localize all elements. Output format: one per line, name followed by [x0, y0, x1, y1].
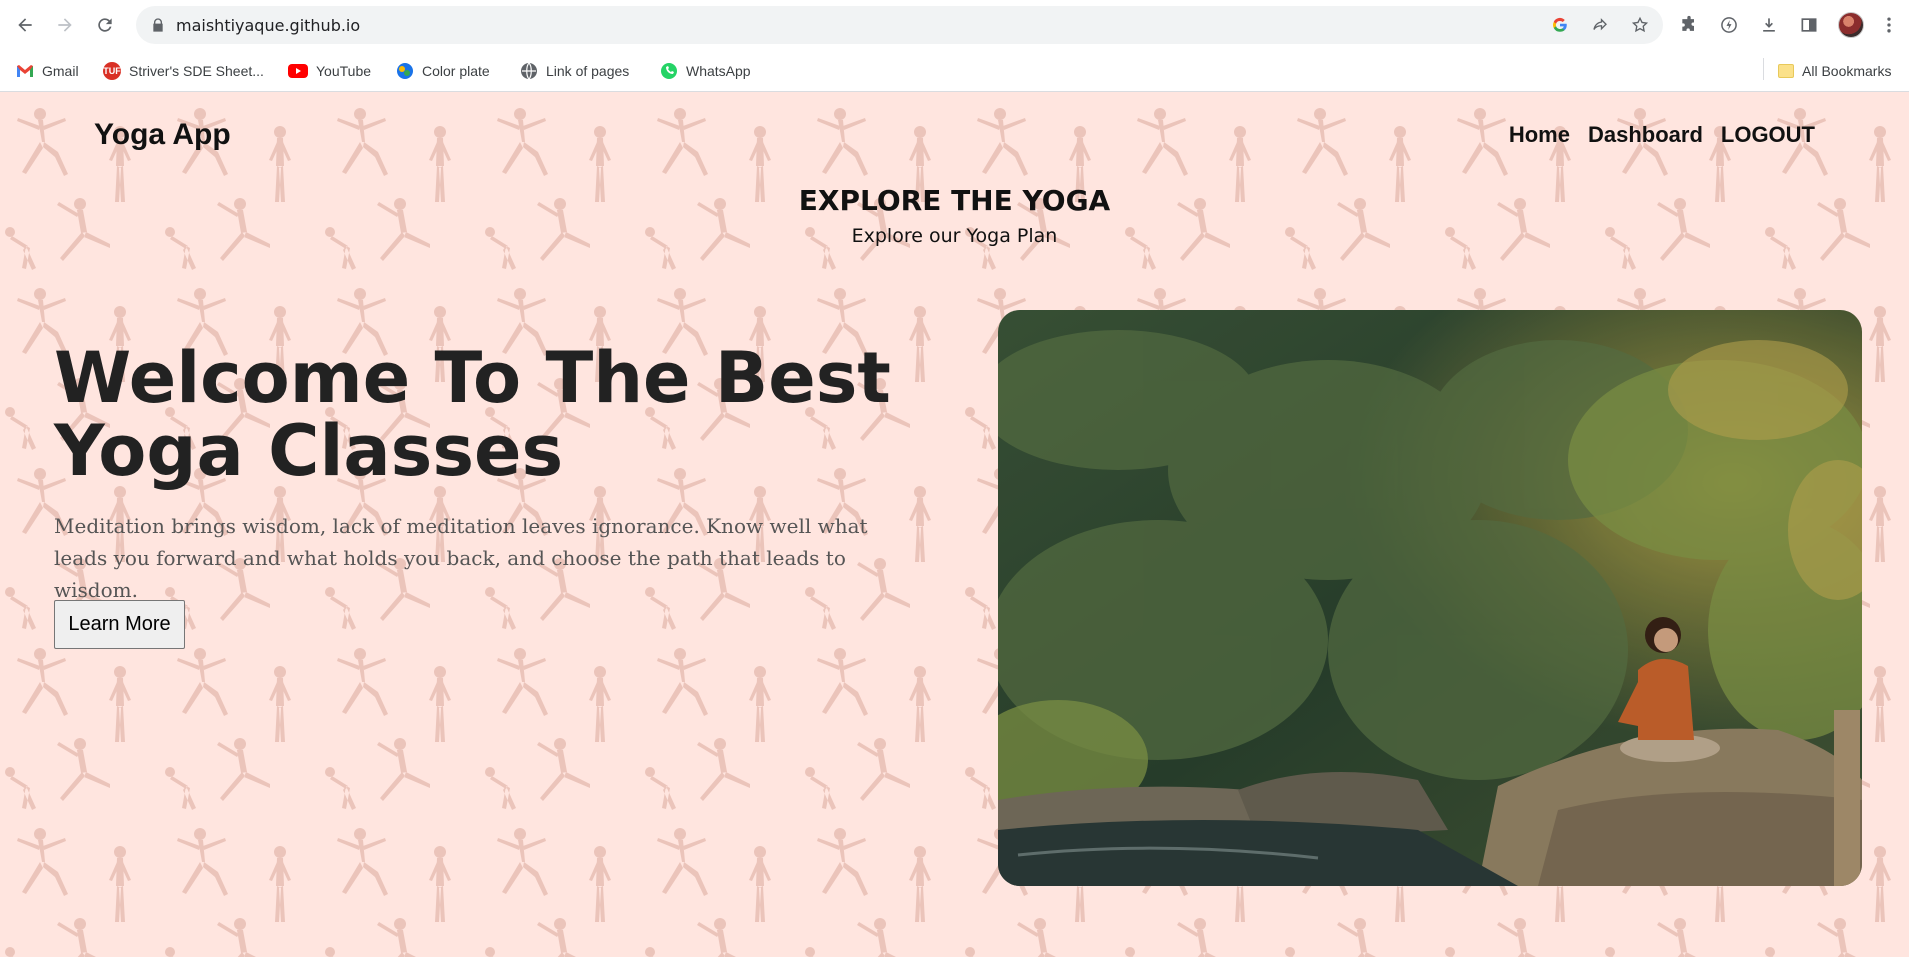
url-text[interactable]: maishtiyaque.github.io: [176, 16, 360, 35]
explore-title: EXPLORE THE YOGA: [798, 184, 1111, 217]
learn-more-button[interactable]: Learn More: [54, 600, 185, 649]
google-icon[interactable]: [1550, 15, 1570, 35]
performance-icon[interactable]: [1718, 14, 1740, 36]
extensions-icon[interactable]: [1678, 14, 1700, 36]
more-menu-icon[interactable]: [1878, 14, 1900, 36]
folder-icon: [1778, 64, 1794, 78]
lock-icon: [153, 18, 163, 32]
reload-icon[interactable]: [92, 12, 118, 38]
star-icon[interactable]: [1630, 15, 1650, 35]
bookmark-striver[interactable]: TUF Striver's SDE Sheet...: [103, 60, 264, 82]
nav-dashboard[interactable]: Dashboard: [1588, 122, 1703, 148]
bookmarks-bar: Gmail TUF Striver's SDE Sheet... YouTube…: [0, 56, 1909, 86]
nav-logout[interactable]: LOGOUT: [1721, 122, 1815, 148]
explore-subtitle: Explore our Yoga Plan: [851, 225, 1058, 247]
address-bar[interactable]: maishtiyaque.github.io: [136, 6, 1663, 44]
forward-icon[interactable]: [52, 12, 78, 38]
tuf-icon: TUF: [103, 62, 121, 80]
browser-chrome: maishtiyaque.github.io Gmail TUF Striver…: [0, 0, 1909, 92]
globe-icon: [521, 62, 537, 80]
hero-text: Meditation brings wisdom, lack of medita…: [54, 514, 868, 602]
back-icon[interactable]: [12, 12, 38, 38]
profile-avatar[interactable]: [1838, 12, 1864, 38]
brand-logo[interactable]: Yoga App: [94, 118, 231, 152]
bookmark-gmail[interactable]: Gmail: [16, 60, 79, 82]
bookmark-whatsapp[interactable]: WhatsApp: [660, 60, 751, 82]
hero-meditation-image: [998, 310, 1862, 886]
download-icon[interactable]: [1758, 14, 1780, 36]
browser-toolbar: maishtiyaque.github.io: [0, 0, 1909, 50]
share-icon[interactable]: [1590, 15, 1610, 35]
color-plate-icon: [397, 63, 413, 79]
bookmarks-divider: [1763, 58, 1764, 80]
yoga-page: Yoga App Home Dashboard LOGOUT EXPLORE T…: [0, 92, 1909, 957]
bookmark-youtube[interactable]: YouTube: [288, 60, 371, 82]
nav-home[interactable]: Home: [1509, 122, 1570, 148]
bookmark-link-of-pages[interactable]: Link of pages: [520, 60, 629, 82]
hero-title: Welcome To The Best Yoga Classes: [54, 337, 891, 492]
whatsapp-icon: [661, 63, 677, 79]
side-panel-icon[interactable]: [1798, 14, 1820, 36]
all-bookmarks[interactable]: All Bookmarks: [1778, 60, 1891, 82]
bookmark-color-plate[interactable]: Color plate: [396, 60, 490, 82]
main-nav: Home Dashboard LOGOUT: [1509, 122, 1815, 148]
youtube-icon: [288, 64, 308, 78]
gmail-icon: [17, 65, 33, 77]
